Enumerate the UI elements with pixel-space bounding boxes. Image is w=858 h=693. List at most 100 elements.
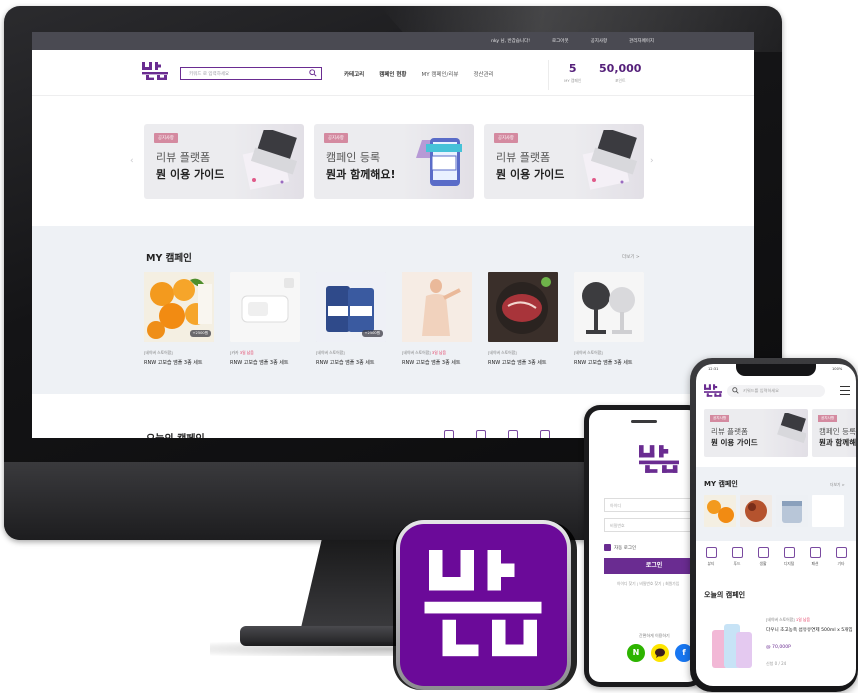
site-header: 키워드 로 입력하세요 카테고리 캠페인 현황 MY 캠페인/리뷰 정산관리 5…: [32, 50, 754, 96]
password-field[interactable]: 비밀번호: [604, 518, 699, 532]
banner-line1: 리뷰 플랫폼: [711, 427, 748, 436]
stat-points[interactable]: 50,000 포인트: [597, 60, 645, 90]
campaign-thumb[interactable]: [776, 495, 808, 527]
food-icon: [731, 547, 743, 558]
category-etc[interactable]: 기타: [830, 547, 852, 567]
more-link[interactable]: 더보기 >: [622, 254, 640, 260]
search-input[interactable]: 키워드 로 입력하세요: [180, 67, 322, 80]
stat-value: 5: [568, 62, 577, 75]
category-label: 뷰티: [707, 561, 715, 566]
nav-settlement[interactable]: 정산관리: [473, 70, 493, 78]
banner-card[interactable]: 공지사항 리뷰 플랫폼 뭔 이용 가이드: [144, 124, 304, 199]
nav-category[interactable]: 카테고리: [344, 70, 364, 78]
product-meta: [네이버 스토어팜]: [574, 350, 603, 355]
kakao-login-icon[interactable]: [651, 644, 669, 662]
brand-logo-white: [424, 550, 542, 657]
category-beauty[interactable]: 뷰티: [700, 547, 722, 567]
gift-icon: [835, 547, 847, 558]
banner-tag: 공지사항: [818, 415, 838, 422]
product-meta: [네이버 스토어팜]: [316, 350, 345, 355]
digital-icon[interactable]: [540, 430, 550, 438]
product-image: [488, 272, 558, 342]
product-card[interactable]: +2500원 [네이버 스토어팜] RNW 고보습 앰플 3종 세트: [316, 272, 386, 366]
brand-logo[interactable]: [142, 62, 168, 80]
product-meta: [네이버 스토어팜]: [488, 350, 517, 355]
logout-link[interactable]: 로그아웃: [552, 38, 569, 44]
naver-login-icon[interactable]: N: [627, 644, 645, 662]
stat-my-campaign[interactable]: 5 MY 캠페인: [549, 60, 597, 90]
campaign-thumb[interactable]: [704, 495, 736, 527]
category-fashion[interactable]: 패션: [804, 547, 826, 567]
category-list: 뷰티 푸드 생활 디지털 패션 기타: [700, 547, 852, 567]
desktop-screen: nky 님, 반갑습니다! 로그아웃 공지사항 관리자페이지 키워드 로 입력하…: [32, 32, 754, 438]
laptop-illustration: [777, 413, 806, 444]
food-icon[interactable]: [476, 430, 486, 438]
section-title: MY 캠페인: [146, 253, 192, 264]
app-icon[interactable]: [400, 524, 567, 686]
campaign-thumb[interactable]: [740, 495, 772, 527]
product-card[interactable]: +2500원 [네이버 스토어팜] RNW 고보습 앰플 3종 세트: [144, 272, 214, 366]
banner-card[interactable]: 공지사항 리뷰 플랫폼 뭔 이용 가이드: [704, 409, 808, 457]
search-input[interactable]: 키워드를 입력하세요: [727, 385, 825, 397]
category-food[interactable]: 푸드: [726, 547, 748, 567]
product-image: [574, 272, 644, 342]
stat-label: 포인트: [615, 78, 626, 83]
banner-line2: 뭔 이용 가이드: [156, 168, 225, 181]
nav-my-campaign[interactable]: MY 캠페인/리뷰: [421, 70, 458, 78]
notice-link[interactable]: 공지사항: [591, 38, 608, 44]
beauty-icon[interactable]: [444, 430, 454, 438]
product-card[interactable]: [카카 3일 남음 RNW 고보습 앰플 3종 세트: [230, 272, 300, 366]
search-placeholder: 키워드를 입력하세요: [743, 388, 780, 393]
nav-campaign-status[interactable]: 캠페인 현황: [379, 70, 406, 78]
product-card[interactable]: [네이버 스토어팜] RNW 고보습 앰플 3종 세트: [488, 272, 558, 366]
chevron-left-icon[interactable]: ‹: [130, 156, 134, 166]
product-title[interactable]: 다우니 초고농축 섬유유연제 500ml x 5개입: [766, 627, 854, 634]
section-title: MY 캠페인: [704, 480, 738, 488]
more-link[interactable]: 더보기 >: [830, 482, 845, 488]
reward-badge: +2500원: [189, 330, 211, 337]
brand-logo[interactable]: [704, 384, 722, 397]
product-title: RNW 고보습 앰플 3종 세트: [316, 360, 375, 366]
product-image: +2500원: [144, 272, 214, 342]
category-label: 패션: [811, 561, 819, 566]
banner-carousel: ‹ › 공지사항 리뷰 플랫폼 뭔 이용 가이드 공지사항 캠페인 등록 뭔과 …: [32, 112, 754, 222]
banner-tag: 공지사항: [324, 133, 348, 143]
search-icon[interactable]: [309, 69, 317, 77]
category-label: 디지털: [783, 561, 795, 566]
auto-login-checkbox[interactable]: 자동 로그인: [604, 544, 636, 551]
banner-card[interactable]: 공지사항 캠페인 등록 뭔과 함께해: [812, 409, 856, 457]
banner-tag: 공지사항: [154, 133, 178, 143]
banner-line1: 리뷰 플랫폼: [156, 151, 211, 164]
living-icon[interactable]: [508, 430, 518, 438]
product-card[interactable]: [네이버 스토어팜] 3일 남음 RNW 고보습 앰플 3종 세트: [402, 272, 472, 366]
category-living[interactable]: 생활: [752, 547, 774, 567]
living-icon: [757, 547, 769, 558]
category-label: 생활: [759, 561, 767, 566]
reward-badge: +2500원: [361, 330, 383, 337]
chat-bubble-icon: [655, 648, 665, 658]
account-links[interactable]: 아이디 찾기 | 비밀번호 찾기 | 회원가입: [617, 581, 679, 587]
oranges-image: [704, 495, 736, 527]
sns-label: 간편하게 이용하기: [639, 633, 670, 638]
banner-card[interactable]: 공지사항 캠페인 등록 뭔과 함께해요!: [314, 124, 474, 199]
hamburger-menu-icon[interactable]: [840, 386, 850, 395]
product-card[interactable]: [네이버 스토어팜] RNW 고보습 앰플 3종 세트: [574, 272, 644, 366]
category-digital[interactable]: 디지털: [778, 547, 800, 567]
product-title: RNW 고보습 앰플 3종 세트: [230, 360, 289, 366]
product-image: +2500원: [316, 272, 386, 342]
admin-link[interactable]: 관리자페이지: [629, 38, 654, 44]
search-placeholder: 키워드 로 입력하세요: [189, 71, 230, 77]
product-title: RNW 고보습 앰플 3종 세트: [402, 360, 461, 366]
banner-card[interactable]: 공지사항 리뷰 플랫폼 뭔 이용 가이드: [484, 124, 644, 199]
login-button[interactable]: 로그인: [604, 558, 699, 574]
id-field[interactable]: 아이디: [604, 498, 699, 512]
check-icon: [604, 544, 611, 551]
product-title: RNW 고보습 앰플 3종 세트: [574, 360, 633, 366]
banner-line2: 뭔 이용 가이드: [496, 168, 565, 181]
banner-line1: 리뷰 플랫폼: [496, 151, 551, 164]
fan-image: [574, 272, 644, 342]
campaign-thumb[interactable]: [812, 495, 844, 527]
category-label: 기타: [837, 561, 845, 566]
chevron-right-icon[interactable]: ›: [650, 156, 654, 166]
product-image[interactable]: [708, 614, 754, 672]
